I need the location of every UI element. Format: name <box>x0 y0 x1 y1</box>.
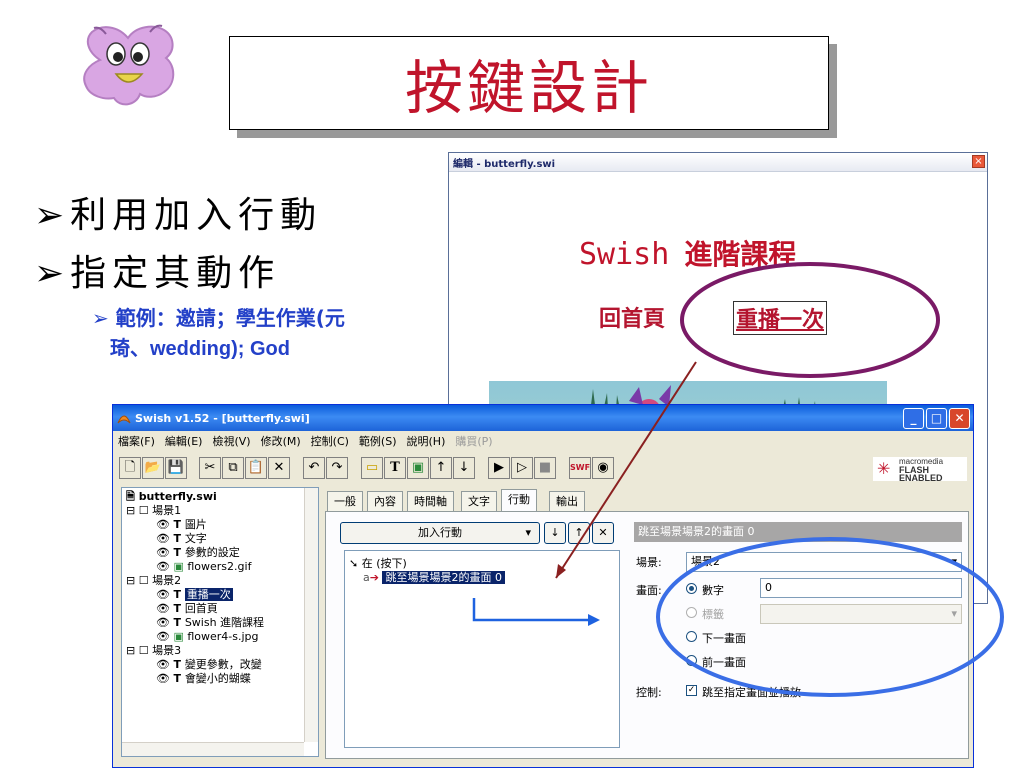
annotation-ellipse-settings <box>656 537 1004 697</box>
annotation-ellipse-preview <box>680 262 940 378</box>
slide: 按鍵設計 ➢利用加入行動 ➢指定其動作 ➢ 範例：邀請；學生作業(元 琦、wed… <box>0 0 1024 768</box>
annotation-overlay <box>472 262 1004 697</box>
annotation-blue-arrowhead <box>588 614 600 626</box>
annotation-arrow-line <box>555 361 697 579</box>
annotation-blue-connector <box>472 598 592 622</box>
